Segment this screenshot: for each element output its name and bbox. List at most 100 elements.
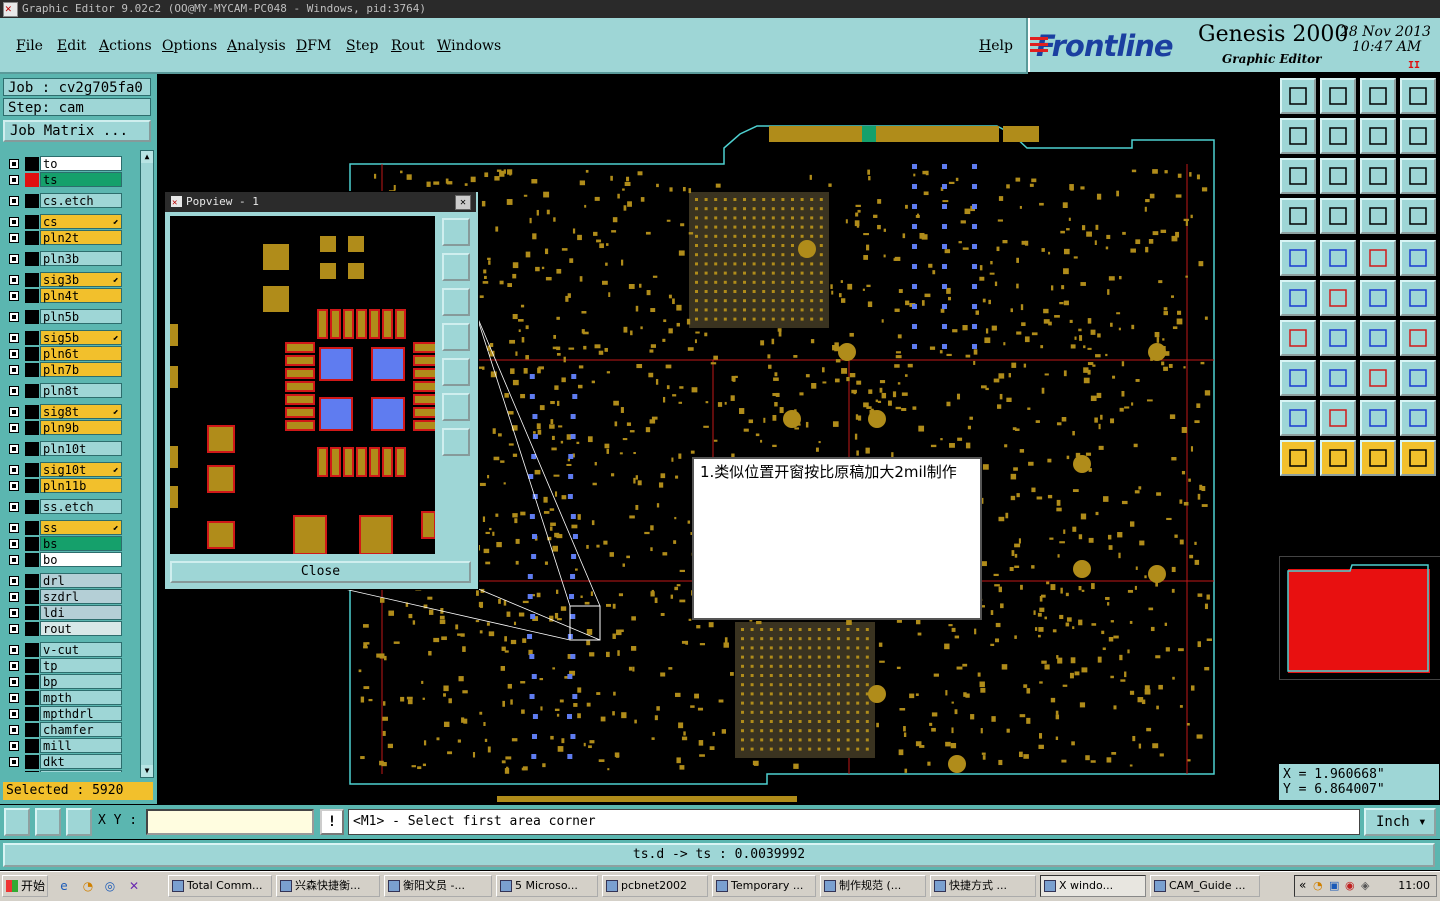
layer-name[interactable]: pln7b bbox=[40, 362, 122, 377]
layer-row-pln2t[interactable]: pln2t bbox=[3, 230, 137, 246]
layer-row-drl[interactable]: drl bbox=[3, 573, 137, 589]
layer-row-bo[interactable]: bo bbox=[3, 552, 137, 568]
layer-checkbox[interactable] bbox=[9, 465, 19, 475]
layer-color-swatch[interactable] bbox=[25, 675, 39, 689]
taskbar-task-3[interactable]: 5 Microso... bbox=[496, 875, 598, 897]
layer-color-swatch[interactable] bbox=[25, 173, 39, 187]
layer-color-swatch[interactable] bbox=[25, 157, 39, 171]
ie-icon[interactable]: e bbox=[56, 878, 72, 894]
layer-name[interactable]: mill bbox=[40, 738, 122, 753]
layer-color-swatch[interactable] bbox=[25, 771, 39, 772]
layer-color-swatch[interactable] bbox=[25, 691, 39, 705]
layer-name[interactable]: cs.etch bbox=[40, 193, 122, 208]
rotate-icon[interactable] bbox=[1360, 320, 1396, 356]
layer-checkbox[interactable] bbox=[9, 645, 19, 655]
taskbar-task-6[interactable]: 制作规范 (... bbox=[820, 875, 926, 897]
layer-name[interactable]: pln11b bbox=[40, 478, 122, 493]
measure-icon[interactable] bbox=[35, 808, 61, 836]
layer-checkbox[interactable] bbox=[9, 423, 19, 433]
layer-name[interactable]: cs ⬋ bbox=[40, 214, 122, 229]
layer-name[interactable]: ts bbox=[40, 172, 122, 187]
delete-icon[interactable] bbox=[1320, 280, 1356, 316]
snap-point-icon[interactable] bbox=[1280, 360, 1316, 396]
x-server-icon[interactable]: ✕ bbox=[126, 878, 142, 894]
job-matrix-button[interactable]: Job Matrix ... bbox=[3, 120, 151, 142]
layer-color-swatch[interactable] bbox=[25, 310, 39, 324]
scale-1-2-icon[interactable] bbox=[1360, 158, 1396, 194]
layer-checkbox[interactable] bbox=[9, 365, 19, 375]
layer-name[interactable]: pln8t bbox=[40, 383, 122, 398]
add-pad-icon[interactable] bbox=[1280, 240, 1316, 276]
layer-row-sig8t[interactable]: sig8t ⬋ bbox=[3, 404, 137, 420]
layer-row-szdrl[interactable]: szdrl bbox=[3, 589, 137, 605]
layer-row-rout[interactable]: rout bbox=[3, 621, 137, 637]
layer-color-swatch[interactable] bbox=[25, 500, 39, 514]
layer-row-cs[interactable]: cs ⬋ bbox=[3, 214, 137, 230]
layer-checkbox[interactable] bbox=[9, 539, 19, 549]
layer-checkbox[interactable] bbox=[9, 333, 19, 343]
pan-left-icon[interactable] bbox=[1280, 118, 1316, 154]
pan-right-icon[interactable] bbox=[1320, 118, 1356, 154]
resize-icon[interactable] bbox=[1360, 360, 1396, 396]
layer-name[interactable]: ss.etch bbox=[40, 499, 122, 514]
layer-checkbox[interactable] bbox=[9, 555, 19, 565]
copy-icon[interactable] bbox=[1400, 280, 1436, 316]
popview-zoom-in-icon[interactable] bbox=[442, 393, 470, 421]
layer-row-ss.etch[interactable]: ss.etch bbox=[3, 499, 137, 515]
menu-file[interactable]: File bbox=[16, 38, 43, 54]
layer-checkbox[interactable] bbox=[9, 254, 19, 264]
layer-name[interactable]: pln3b bbox=[40, 251, 122, 266]
popview-pan-left-icon[interactable] bbox=[442, 323, 470, 351]
menu-rout[interactable]: Rout bbox=[391, 38, 425, 54]
polygon-icon[interactable] bbox=[1320, 400, 1356, 436]
xy-input[interactable] bbox=[146, 809, 314, 835]
taskbar-task-4[interactable]: pcbnet2002 bbox=[602, 875, 708, 897]
layer-checkbox[interactable] bbox=[9, 275, 19, 285]
layer-checkbox[interactable] bbox=[9, 693, 19, 703]
layer-color-swatch[interactable] bbox=[25, 574, 39, 588]
board-overview[interactable] bbox=[1279, 556, 1440, 680]
layer-name[interactable]: szdrl bbox=[40, 589, 122, 604]
layer-row-to[interactable]: to bbox=[3, 156, 137, 172]
layer-row-pln7b[interactable]: pln7b bbox=[3, 362, 137, 378]
menu-dfm[interactable]: DFM bbox=[296, 38, 331, 54]
popview-close-button[interactable]: Close bbox=[170, 561, 471, 583]
layer-name[interactable]: bs bbox=[40, 536, 122, 551]
popview-close-icon[interactable]: ✕ bbox=[455, 195, 471, 210]
layer-checkbox[interactable] bbox=[9, 481, 19, 491]
layer-row-sig3b[interactable]: sig3b ⬋ bbox=[3, 272, 137, 288]
layer-checkbox[interactable] bbox=[9, 741, 19, 751]
layer-checkbox[interactable] bbox=[9, 709, 19, 719]
layer-color-swatch[interactable] bbox=[25, 405, 39, 419]
taskbar-task-8[interactable]: X windo... bbox=[1040, 875, 1146, 897]
layer-checkbox[interactable] bbox=[9, 217, 19, 227]
layer-checkbox[interactable] bbox=[9, 592, 19, 602]
layer-color-swatch[interactable] bbox=[25, 347, 39, 361]
menu-options[interactable]: Options bbox=[162, 38, 217, 54]
layer-name[interactable]: bo bbox=[40, 552, 122, 567]
layer-checkbox[interactable] bbox=[9, 386, 19, 396]
layer-name[interactable]: rout bbox=[40, 621, 122, 636]
layer-name[interactable]: mpthdrl bbox=[40, 706, 122, 721]
layer-color-swatch[interactable] bbox=[25, 463, 39, 477]
popview-canvas[interactable] bbox=[170, 216, 435, 554]
layer-color-swatch[interactable] bbox=[25, 622, 39, 636]
layer-name[interactable]: dkt bbox=[40, 754, 122, 769]
layer-name[interactable]: mpth bbox=[40, 690, 122, 705]
layer-row-mpth[interactable]: mpth bbox=[3, 690, 137, 706]
select-box-icon[interactable] bbox=[1400, 240, 1436, 276]
popview-title-bar[interactable]: Popview - 1 ✕ bbox=[165, 192, 476, 213]
layer-row-tp[interactable]: tp bbox=[3, 658, 137, 674]
clock-icon[interactable]: ◔ bbox=[80, 878, 96, 894]
scroll-up-arrow-icon[interactable]: ▲ bbox=[141, 151, 153, 163]
zoom-center-icon[interactable] bbox=[1320, 158, 1356, 194]
tray-network-icon[interactable]: ▣ bbox=[1329, 879, 1339, 892]
tray-app-icon[interactable]: ◔ bbox=[1313, 879, 1323, 892]
shape-b-icon[interactable] bbox=[1400, 400, 1436, 436]
layer-color-swatch[interactable] bbox=[25, 479, 39, 493]
menu-help[interactable]: Help bbox=[979, 38, 1013, 54]
layer-color-swatch[interactable] bbox=[25, 553, 39, 567]
layer-color-swatch[interactable] bbox=[25, 707, 39, 721]
zoom-down-icon[interactable] bbox=[1320, 78, 1356, 114]
layer-color-swatch[interactable] bbox=[25, 421, 39, 435]
